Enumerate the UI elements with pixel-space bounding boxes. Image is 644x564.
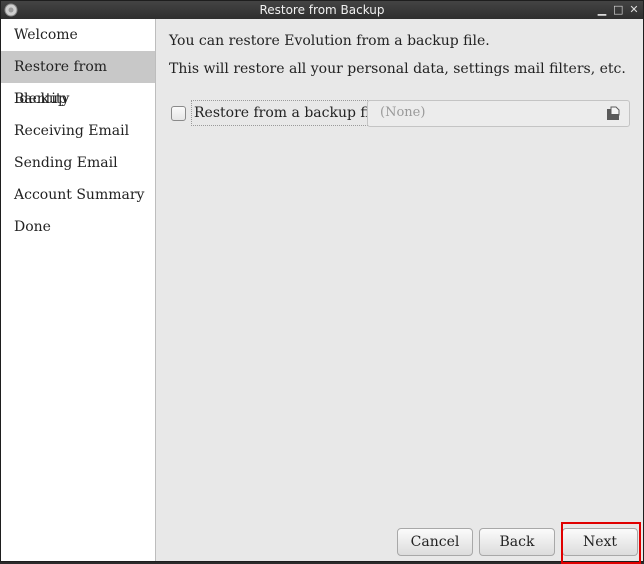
next-button[interactable]: Next	[562, 528, 638, 556]
file-chooser-value: (None)	[380, 105, 426, 120]
minimize-icon[interactable]: ▁	[597, 2, 607, 18]
window-title: Restore from Backup	[259, 3, 385, 17]
window-controls: ▁ □ ✕	[597, 2, 639, 18]
sidebar-item-done: Done	[14, 219, 51, 235]
maximize-icon[interactable]: □	[613, 2, 623, 18]
sidebar-item-welcome: Welcome	[14, 27, 78, 43]
sidebar-item-sending-email: Sending Email	[14, 155, 118, 171]
backup-file-chooser[interactable]: (None)	[367, 100, 630, 127]
sidebar-item-account-summary: Account Summary	[14, 187, 145, 203]
sidebar-item-restore-from-backup: Restore from Backup	[1, 51, 155, 107]
title-bar: Restore from Backup ▁ □ ✕	[1, 1, 643, 19]
back-button[interactable]: Back	[479, 528, 555, 556]
description-text: This will restore all your personal data…	[169, 61, 626, 77]
intro-text: You can restore Evolution from a backup …	[169, 33, 490, 49]
sidebar-item-identity: Identity	[14, 91, 70, 107]
cancel-button[interactable]: Cancel	[397, 528, 473, 556]
sidebar-item-receiving-email: Receiving Email	[14, 123, 130, 139]
assistant-sidebar: Welcome Restore from Backup Identity Rec…	[1, 19, 156, 561]
restore-checkbox[interactable]	[171, 106, 186, 121]
restore-page: You can restore Evolution from a backup …	[156, 19, 643, 564]
document-open-icon	[607, 106, 620, 120]
close-icon[interactable]: ✕	[629, 2, 639, 18]
assistant-window: Restore from Backup ▁ □ ✕ Welcome Restor…	[0, 0, 644, 564]
restore-checkbox-label[interactable]: Restore from a backup file:	[191, 100, 391, 126]
